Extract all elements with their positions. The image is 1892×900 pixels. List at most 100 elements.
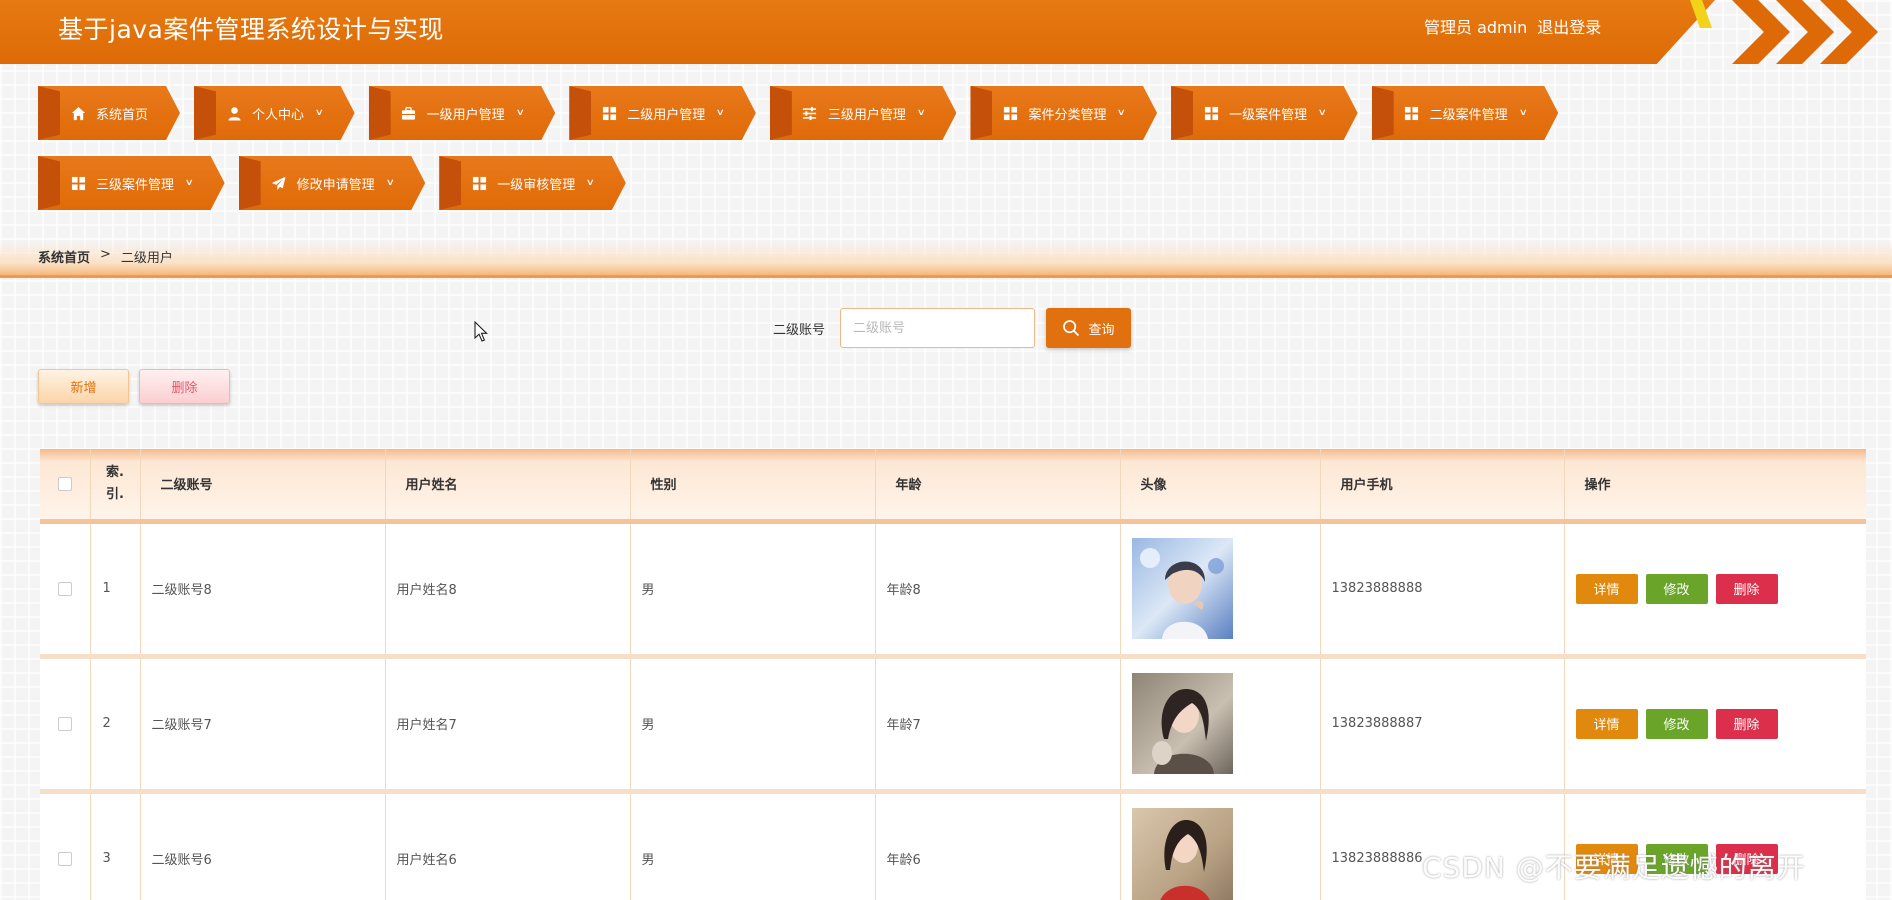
nav-item-personal-center[interactable]: 个人中心 ∨ [194, 86, 355, 140]
row-checkbox[interactable] [57, 851, 72, 866]
nav-item-label: 一级案件管理 [1229, 107, 1308, 123]
breadcrumb-current: 二级用户 [120, 251, 173, 266]
row-select-cell [40, 521, 91, 659]
chevron-down-icon: ∨ [314, 108, 324, 118]
row-index: 3 [90, 791, 141, 900]
row-select-cell [40, 656, 91, 794]
top-header: 基于java案件管理系统设计与实现 管理员 admin 退出登录 [0, 0, 1892, 64]
send-icon [271, 175, 287, 191]
nav-item-level3-case-mgmt[interactable]: 三级案件管理 ∨ [38, 156, 225, 210]
nav-item-label: 二级案件管理 [1429, 107, 1508, 123]
csdn-watermark: CSDN @不要满足遗憾的离开 [1422, 851, 1806, 884]
chevron-down-icon: ∨ [1317, 108, 1327, 118]
breadcrumb: 系统首页 > 二级用户 [38, 247, 173, 266]
column-header-name: 用户姓名 [385, 449, 631, 524]
chevron-down-icon: ∨ [515, 108, 525, 118]
nav-item-label: 三级案件管理 [96, 177, 175, 193]
row-checkbox[interactable] [57, 581, 72, 596]
grid-icon [1002, 105, 1018, 121]
breadcrumb-bar [0, 240, 1892, 278]
row-actions-cell: 详情 修改 删除 [1564, 521, 1866, 659]
edit-button[interactable]: 修改 [1645, 573, 1708, 604]
nav-item-modify-request-mgmt[interactable]: 修改申请管理 ∨ [239, 156, 426, 210]
column-header-phone: 用户手机 [1320, 449, 1565, 524]
row-account: 二级账号6 [140, 791, 386, 900]
nav-item-home[interactable]: 系统首页 [38, 86, 180, 140]
grid-icon [1203, 105, 1219, 121]
briefcase-icon [401, 105, 417, 121]
row-name: 用户姓名7 [385, 656, 631, 794]
breadcrumb-home-link[interactable]: 系统首页 [38, 247, 90, 266]
row-actions-cell: 详情 修改 删除 [1564, 656, 1866, 794]
row-age: 年龄6 [875, 791, 1121, 900]
nav-item-label: 个人中心 [252, 107, 305, 123]
search-input[interactable] [840, 308, 1035, 348]
bulk-delete-button[interactable]: 删除 [139, 369, 230, 404]
row-phone: 13823888888 [1320, 521, 1565, 659]
nav-item-label: 一级用户管理 [426, 107, 505, 123]
row-avatar-cell [1120, 521, 1321, 659]
column-header-account: 二级账号 [140, 449, 386, 524]
nav-item-case-category-mgmt[interactable]: 案件分类管理 ∨ [970, 86, 1157, 140]
column-header-index: 索. 引. [90, 449, 141, 524]
row-gender: 男 [630, 521, 876, 659]
delete-button[interactable]: 删除 [1715, 708, 1778, 739]
chevron-decoration-icon [1732, 0, 1790, 64]
column-header-avatar: 头像 [1120, 449, 1321, 524]
edit-button[interactable]: 修改 [1645, 708, 1708, 739]
logout-link[interactable]: 退出登录 [1537, 14, 1601, 38]
column-header-actions: 操作 [1564, 449, 1866, 524]
nav-item-level2-user-mgmt[interactable]: 二级用户管理 ∨ [569, 86, 756, 140]
nav-item-label: 系统首页 [96, 107, 149, 123]
row-phone: 13823888887 [1320, 656, 1565, 794]
row-age: 年龄7 [875, 656, 1121, 794]
nav-item-level2-case-mgmt[interactable]: 二级案件管理 ∨ [1372, 86, 1559, 140]
row-actions: 详情 修改 删除 [1575, 573, 1866, 604]
delete-button[interactable]: 删除 [1715, 573, 1778, 604]
chevron-down-icon: ∨ [184, 178, 194, 188]
row-index: 1 [90, 521, 141, 659]
row-avatar-cell [1120, 791, 1321, 900]
breadcrumb-separator: > [100, 247, 111, 262]
nav-item-label: 修改申请管理 [296, 177, 375, 193]
nav-item-level1-user-mgmt[interactable]: 一级用户管理 ∨ [369, 86, 556, 140]
user-icon [226, 105, 242, 121]
search-button-label: 查询 [1088, 322, 1115, 338]
row-name: 用户姓名6 [385, 791, 631, 900]
nav-item-label: 二级用户管理 [627, 107, 706, 123]
avatar-image [1131, 808, 1233, 900]
mouse-cursor-icon [474, 321, 488, 342]
row-name: 用户姓名8 [385, 521, 631, 659]
chevron-down-icon: ∨ [1117, 108, 1127, 118]
detail-button[interactable]: 详情 [1575, 573, 1638, 604]
detail-button[interactable]: 详情 [1575, 708, 1638, 739]
search-button[interactable]: 查询 [1046, 308, 1131, 348]
admin-user-label: 管理员 admin [1424, 18, 1528, 37]
row-account: 二级账号8 [140, 521, 386, 659]
select-all-header [40, 449, 91, 524]
nav-item-label: 三级用户管理 [827, 107, 906, 123]
sliders-icon [802, 105, 818, 121]
select-all-checkbox[interactable] [57, 476, 72, 491]
row-index: 2 [90, 656, 141, 794]
chevron-down-icon: ∨ [715, 108, 726, 118]
grid-icon [1404, 105, 1420, 121]
main-nav: 系统首页 个人中心 ∨ 一级用户管理 ∨ 二级用户管理 ∨ 三级用户管理 ∨ 案… [38, 86, 1738, 210]
row-checkbox[interactable] [57, 716, 72, 731]
nav-item-level1-review-mgmt[interactable]: 一级审核管理 ∨ [439, 156, 626, 210]
row-gender: 男 [630, 791, 876, 900]
row-age: 年龄8 [875, 521, 1121, 659]
row-account: 二级账号7 [140, 656, 386, 794]
table-header-row: 索. 引. 二级账号 用户姓名 性别 年龄 头像 用户手机 操作 [40, 449, 1866, 524]
nav-item-label: 一级审核管理 [497, 177, 576, 193]
home-icon [70, 105, 86, 121]
add-button[interactable]: 新增 [38, 369, 129, 404]
nav-item-level1-case-mgmt[interactable]: 一级案件管理 ∨ [1171, 86, 1358, 140]
chevron-down-icon: ∨ [916, 108, 926, 118]
row-select-cell [40, 791, 91, 900]
site-title: 基于java案件管理系统设计与实现 [58, 15, 444, 44]
nav-item-level3-user-mgmt[interactable]: 三级用户管理 ∨ [770, 86, 957, 140]
chevron-down-icon: ∨ [585, 178, 596, 188]
chevron-down-icon: ∨ [1518, 108, 1528, 118]
row-avatar-cell [1120, 656, 1321, 794]
